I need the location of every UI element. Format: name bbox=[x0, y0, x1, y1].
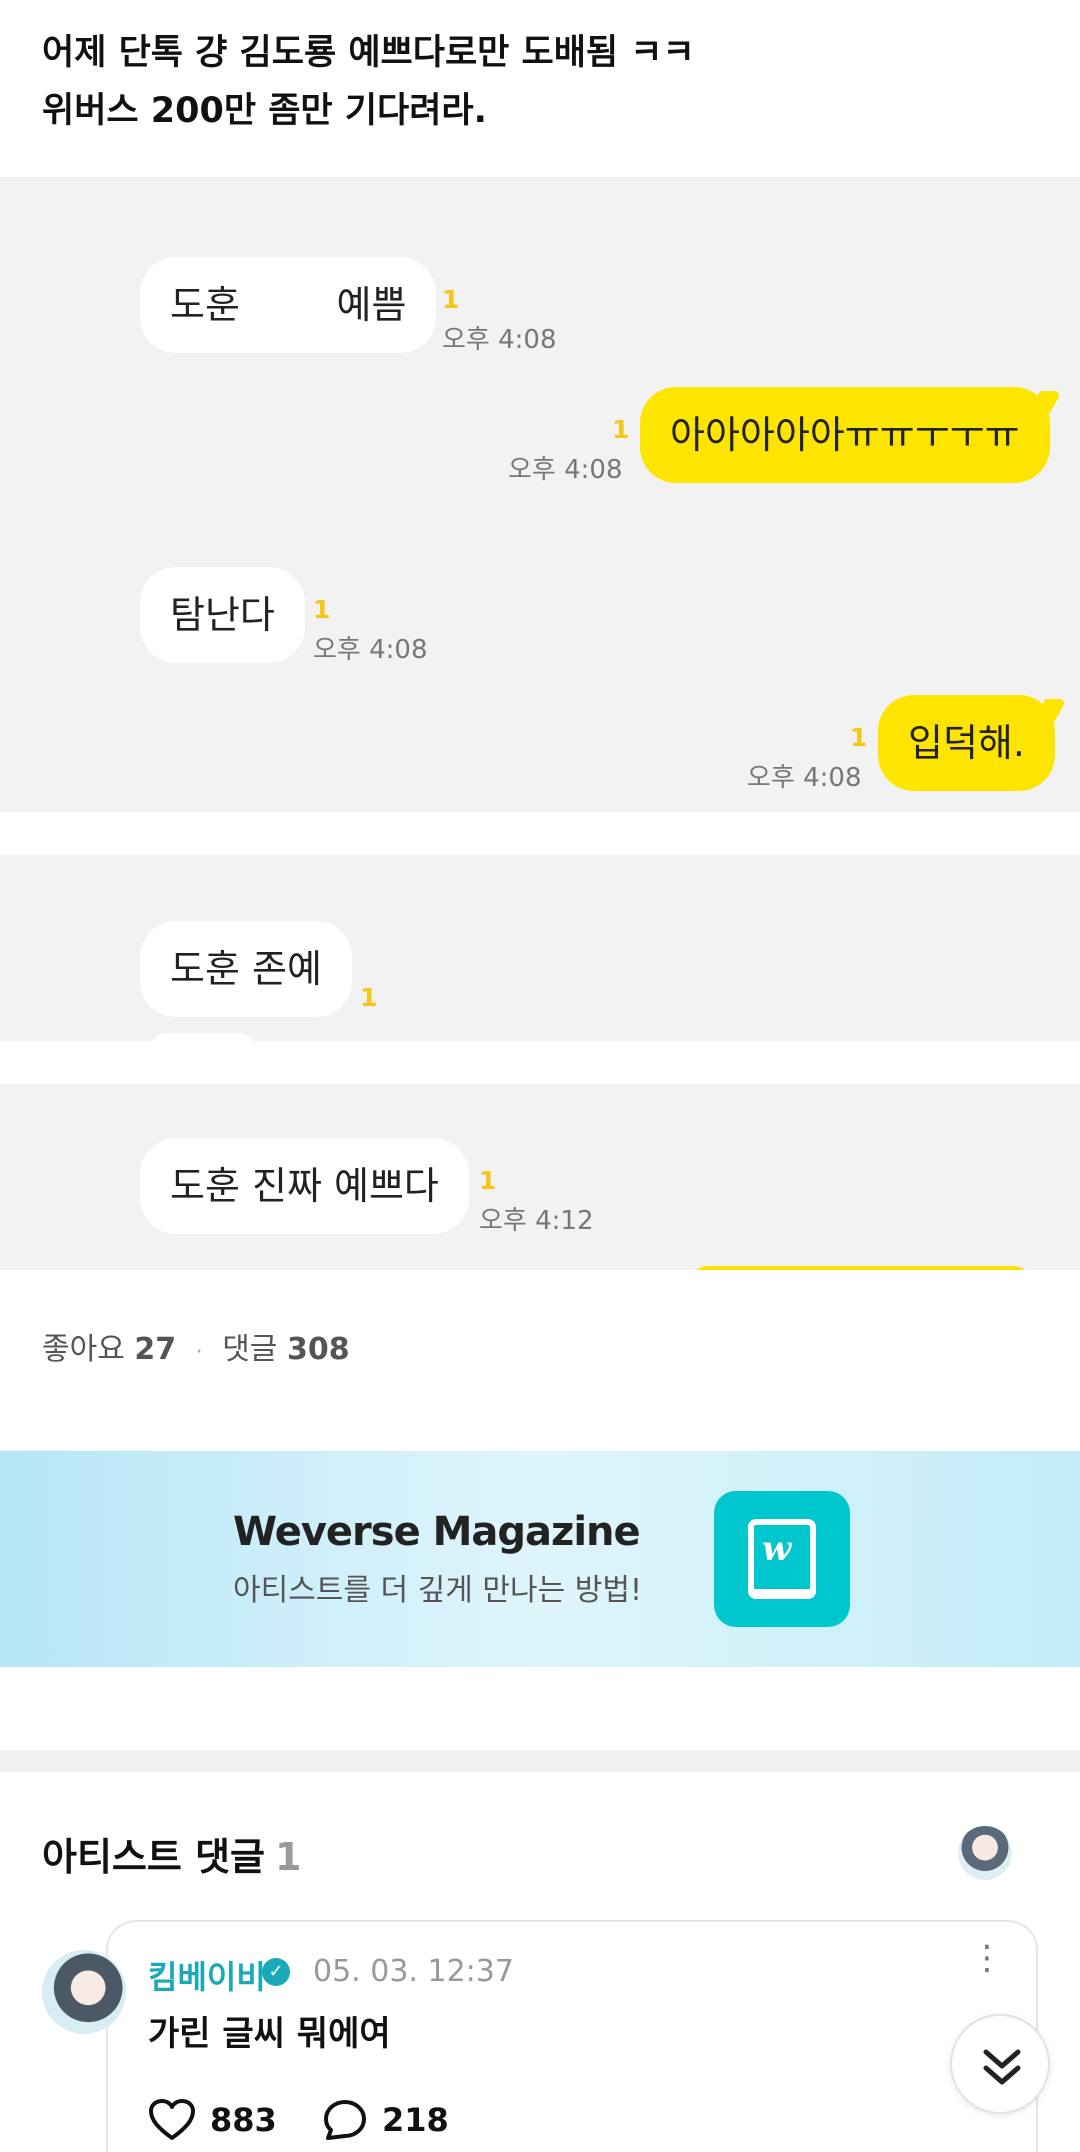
post-stats: 좋아요 27 · 댓글 308 bbox=[42, 1324, 350, 1368]
chat-screenshot-3[interactable]: 도훈 진짜 예쁘다 1 오후 4:12 bbox=[0, 1084, 1080, 1270]
message-time: 오후 4:08 bbox=[508, 455, 623, 485]
heart-icon bbox=[149, 2099, 195, 2140]
chat-bubble-received: 도훈 존예 bbox=[140, 921, 352, 1017]
comment-reply-button[interactable]: 218 bbox=[322, 2098, 449, 2142]
artist-avatar[interactable] bbox=[958, 1826, 1012, 1880]
unread-count: 1 bbox=[850, 723, 868, 752]
artist-comments-title: 아티스트 댓글 bbox=[42, 1835, 265, 1879]
message-time: 오후 4:08 bbox=[747, 763, 862, 793]
banner-title: Weverse Magazine bbox=[233, 1509, 641, 1555]
stats-separator: · bbox=[195, 1340, 203, 1365]
comment-text: 가린 글씨 뭐에여 bbox=[148, 2014, 391, 2054]
more-options-icon[interactable]: ⋮ bbox=[970, 1941, 1004, 1992]
unread-count: 1 bbox=[442, 285, 460, 314]
comments-label: 댓글 bbox=[222, 1332, 278, 1367]
message-time: 오후 4:08 bbox=[442, 325, 557, 355]
commenter-avatar[interactable] bbox=[42, 1950, 126, 2034]
unread-count: 1 bbox=[612, 415, 630, 444]
chat-bubble-partial bbox=[148, 1033, 258, 1041]
banner-subtitle: 아티스트를 더 깊게 만나는 방법! bbox=[233, 1573, 642, 1608]
unread-count: 1 bbox=[360, 983, 378, 1012]
chat-bubble-sent: 입덕해. bbox=[878, 695, 1055, 791]
likes-label: 좋아요 bbox=[42, 1332, 125, 1367]
unread-count: 1 bbox=[479, 1166, 497, 1195]
unread-count: 1 bbox=[313, 595, 331, 624]
reply-bubble-icon bbox=[324, 2100, 366, 2140]
artist-comments-header: 아티스트 댓글 1 bbox=[42, 1826, 301, 1881]
chat-bubble-received: 탐난다 bbox=[140, 567, 305, 663]
post-line-2: 위버스 200만 좀만 기다려라. bbox=[42, 91, 487, 131]
verified-check-icon: ✓ bbox=[262, 1958, 290, 1986]
chat-bubble-received: 도훈 진짜 예쁘다 bbox=[140, 1138, 469, 1234]
message-time: 오후 4:08 bbox=[313, 635, 428, 665]
comment-like-button[interactable]: 883 bbox=[148, 2098, 277, 2142]
likes-count: 27 bbox=[134, 1332, 177, 1367]
scroll-down-circle[interactable] bbox=[950, 2014, 1050, 2114]
comment-date: 05. 03. 12:37 bbox=[313, 1954, 514, 1989]
artist-comments-count: 1 bbox=[275, 1835, 302, 1879]
weverse-magazine-logo-icon: w bbox=[714, 1491, 850, 1627]
chat-bubble-partial bbox=[688, 1266, 1033, 1270]
reply-count: 218 bbox=[382, 2101, 449, 2139]
double-chevron-down-icon bbox=[983, 2049, 1021, 2085]
comments-count: 308 bbox=[286, 1332, 350, 1367]
chat-bubble-sent: 아아아아아ㅠㅠㅜㅜㅠ bbox=[640, 387, 1050, 483]
chat-screenshot-2[interactable]: 도훈 존예 1 bbox=[0, 855, 1080, 1041]
scroll-down-button[interactable] bbox=[950, 2014, 1080, 2114]
post-body: 어제 단톡 걍 김도룡 예쁘다로만 도배됨 ㅋㅋ 위버스 200만 좀만 기다려… bbox=[42, 24, 1042, 140]
book-icon: w bbox=[748, 1519, 816, 1599]
commenter-name[interactable]: 킴베이비 bbox=[148, 1952, 266, 1998]
message-time: 오후 4:12 bbox=[479, 1206, 594, 1236]
logo-letter: w bbox=[762, 1529, 792, 1569]
post-line-1: 어제 단톡 걍 김도룡 예쁘다로만 도배됨 ㅋㅋ bbox=[42, 33, 695, 73]
chat-screenshot-1[interactable]: 도훈 예쁨 1 오후 4:08 1 오후 4:08 아아아아아ㅠㅠㅜㅜㅠ 탐난다… bbox=[0, 177, 1080, 812]
like-count: 883 bbox=[210, 2101, 277, 2139]
weverse-magazine-banner[interactable]: Weverse Magazine 아티스트를 더 깊게 만나는 방법! w bbox=[0, 1451, 1080, 1667]
section-divider bbox=[0, 1750, 1080, 1772]
chat-bubble-received: 도훈 예쁨 bbox=[140, 257, 437, 353]
